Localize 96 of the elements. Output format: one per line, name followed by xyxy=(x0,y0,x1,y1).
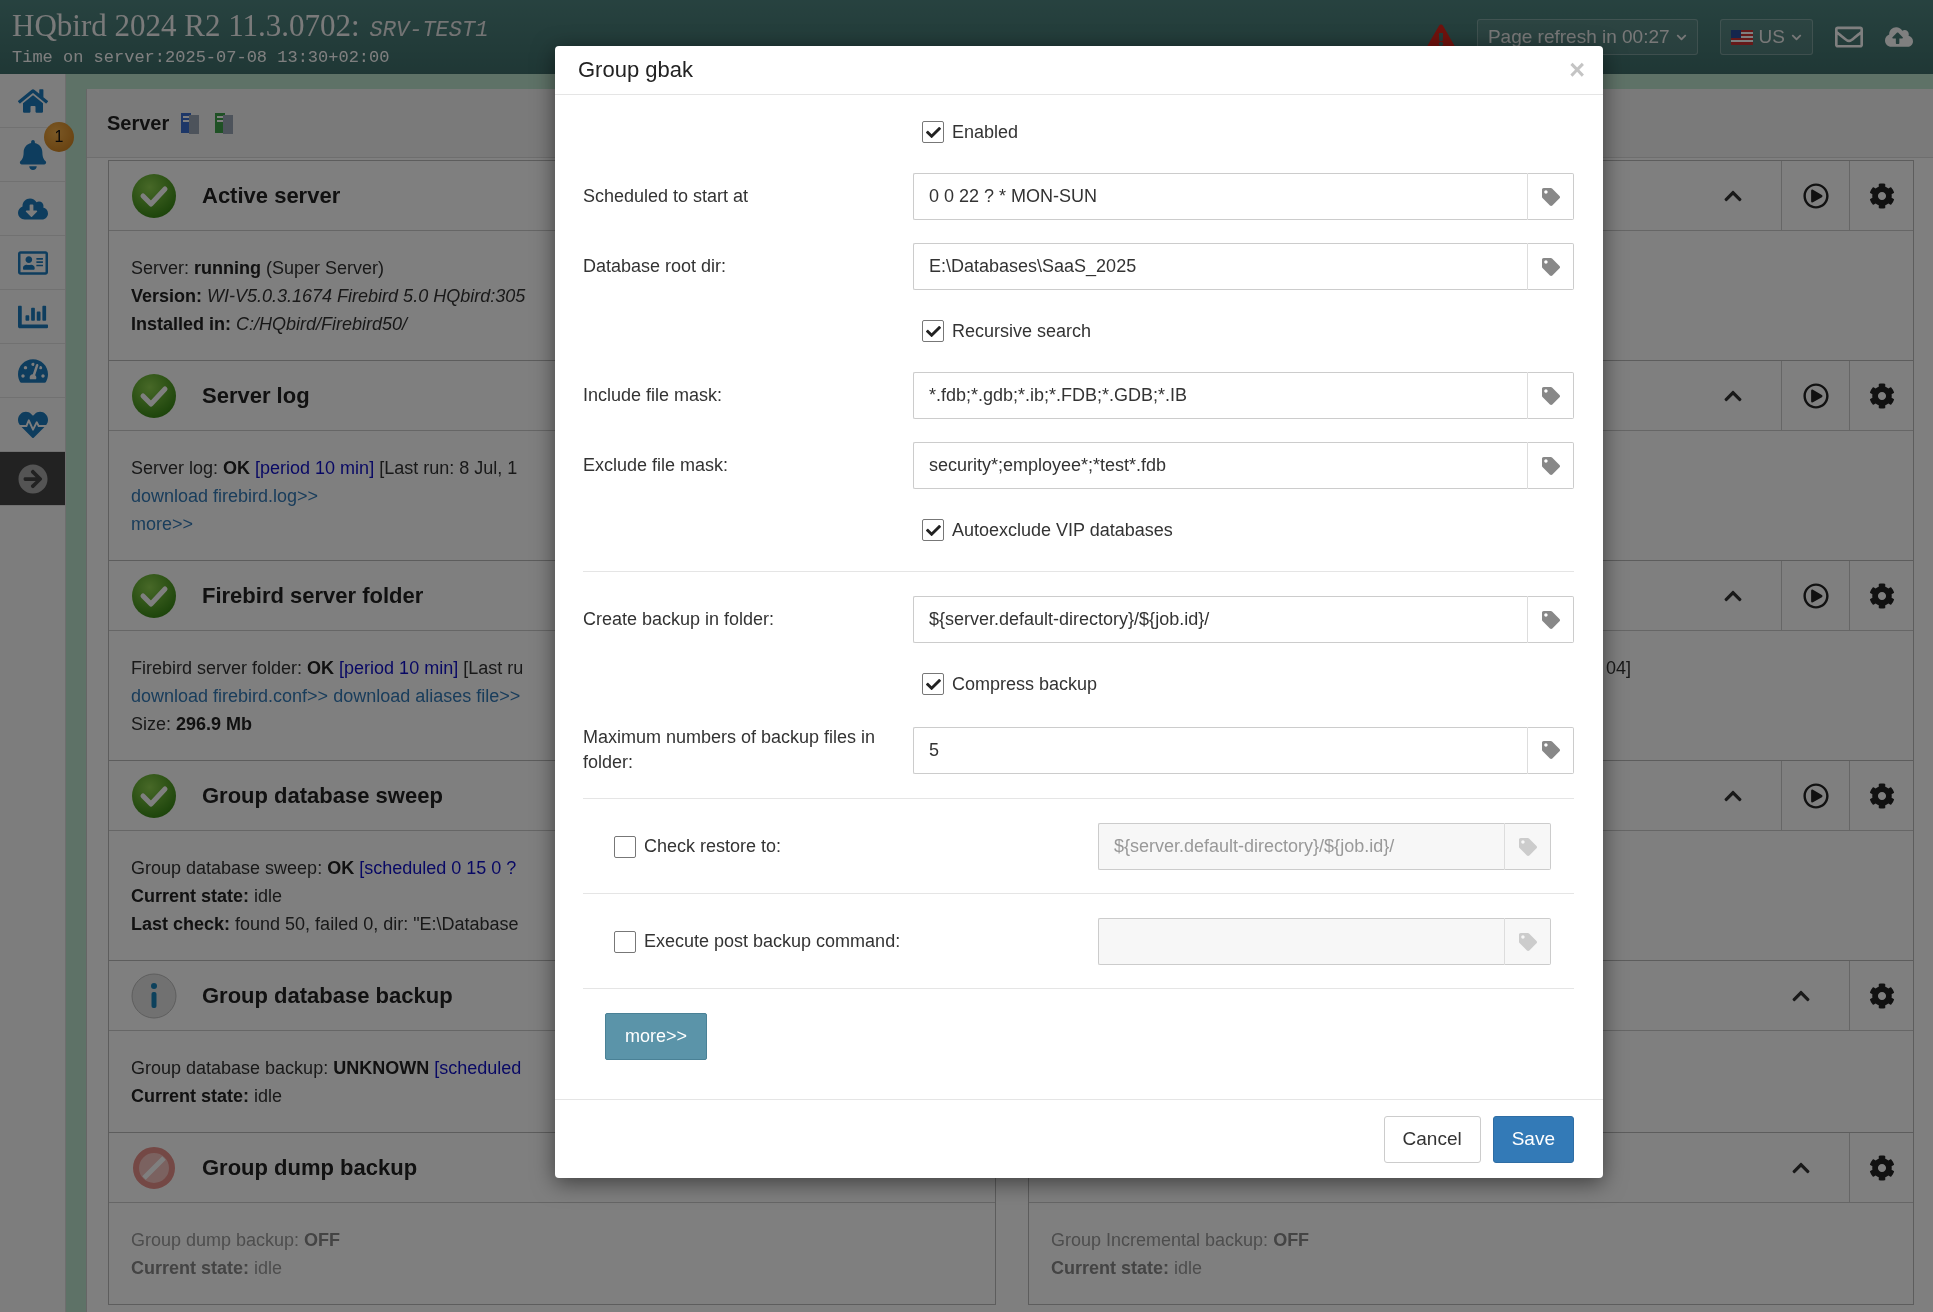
checkbox-label: Execute post backup command: xyxy=(644,931,901,952)
gear-icon xyxy=(1868,182,1895,209)
status-text: Server: running (Super Server) xyxy=(131,257,385,280)
tag-icon xyxy=(1518,932,1537,951)
app-title: HQbird 2024 R2 11.3.0702: xyxy=(12,7,360,44)
card-title: Group database sweep xyxy=(202,782,443,809)
check-circle-icon xyxy=(131,372,177,419)
status-text: Server log: OK [period 10 min] [Last run: 8 Jul, 1 xyxy=(131,457,518,480)
input-field[interactable]: E:\Databases\SaaS_2025 xyxy=(913,243,1527,290)
flag-icon xyxy=(1730,29,1753,45)
input-field[interactable]: 0 0 22 ? * MON-SUN xyxy=(913,173,1527,220)
checkbox-label: Autoexclude VIP databases xyxy=(952,519,1173,541)
input-field[interactable] xyxy=(1098,918,1504,965)
checkbox-label: Enabled xyxy=(952,121,1019,143)
field-label: Include file mask: xyxy=(583,384,724,407)
tag-icon xyxy=(1541,257,1560,276)
card-title: Server log xyxy=(202,382,310,409)
checkbox[interactable] xyxy=(922,673,944,695)
status-text: Group database sweep: OK [scheduled 0 15 0 ? xyxy=(131,857,517,880)
check-icon xyxy=(925,323,941,339)
input-field[interactable]: *.fdb;*.gdb;*.ib;*.FDB;*.GDB;*.IB xyxy=(913,372,1527,419)
heartbeat-icon xyxy=(17,409,48,440)
status-text: 04] xyxy=(1606,657,1632,680)
gear-icon xyxy=(1868,982,1895,1009)
play-icon xyxy=(1802,182,1829,209)
notification-badge: 1 xyxy=(44,122,74,152)
status-text: Last check: found 50, failed 0, dir: "E:\Database xyxy=(131,913,519,936)
input-field[interactable]: security*;employee*;*test*.fdb xyxy=(913,442,1527,489)
status-text: Version: WI-V5.0.3.1674 Firebird 5.0 HQbird:305 xyxy=(131,285,526,308)
checkbox[interactable] xyxy=(922,121,944,143)
checkbox-label: Check restore to: xyxy=(644,836,782,857)
check-circle-icon xyxy=(131,172,177,219)
checkbox[interactable] xyxy=(922,320,944,342)
tag-icon xyxy=(1541,741,1560,759)
check-icon xyxy=(925,522,941,538)
tag-icon xyxy=(1518,837,1537,856)
link[interactable]: download firebird.conf>> xyxy=(131,686,329,706)
server-name: SRV-TEST1 xyxy=(369,17,489,43)
cancel-button[interactable]: Cancel xyxy=(1383,1115,1481,1163)
field-label: Maximum numbers of backup files in folder: xyxy=(583,726,877,774)
tag-icon xyxy=(1541,610,1560,629)
info-icon xyxy=(131,972,177,1019)
card-title: Group dump backup xyxy=(202,1154,418,1181)
checkbox-label: Compress backup xyxy=(952,673,1098,695)
input-field[interactable]: 5 xyxy=(913,726,1527,774)
gear-icon xyxy=(1868,782,1895,809)
tag-button[interactable] xyxy=(1527,726,1574,774)
gear-icon xyxy=(1868,582,1895,609)
tag-button[interactable] xyxy=(1527,596,1574,643)
check-circle-icon xyxy=(131,772,177,819)
status-text: Installed in: C:/HQbird/Firebird50/ xyxy=(131,313,408,336)
check-icon xyxy=(925,124,941,140)
ban-icon xyxy=(131,1144,177,1191)
panel-title: Server xyxy=(107,111,170,135)
tag-button[interactable] xyxy=(1527,442,1574,489)
more-button[interactable]: more>> xyxy=(605,1013,708,1060)
status-text: Firebird server folder: OK [period 10 min] [Last ru xyxy=(131,657,524,680)
play-icon xyxy=(1802,782,1829,809)
status-text: Size: 296.9 Mb xyxy=(131,713,253,736)
tag-icon xyxy=(1541,386,1560,405)
field-label: Exclude file mask: xyxy=(583,454,730,477)
tag-button[interactable] xyxy=(1527,372,1574,419)
gear-icon xyxy=(1868,382,1895,409)
status-text: Current state: idle xyxy=(131,885,283,908)
tag-button[interactable] xyxy=(1527,243,1574,290)
status-text: Current state: idle xyxy=(131,1085,283,1108)
sidebar-item[interactable] xyxy=(0,452,65,506)
dialog-title: Group gbak xyxy=(578,57,693,83)
card-title: Active server xyxy=(202,182,341,209)
bell-icon xyxy=(17,139,48,170)
input-field[interactable]: ${server.default-directory}/${job.id}/ xyxy=(1098,823,1504,870)
field-label: Create backup in folder: xyxy=(583,608,776,631)
gear-icon xyxy=(1868,1154,1895,1181)
input-field[interactable]: ${server.default-directory}/${job.id}/ xyxy=(913,596,1527,643)
checkbox[interactable] xyxy=(922,519,944,541)
check-icon xyxy=(925,676,941,692)
save-button[interactable]: Save xyxy=(1492,1115,1574,1163)
card-title: Firebird server folder xyxy=(202,582,424,609)
link[interactable]: download aliases file>> xyxy=(333,686,521,706)
field-label: Database root dir: xyxy=(583,255,728,278)
play-icon xyxy=(1802,582,1829,609)
tag-icon xyxy=(1541,456,1560,475)
checkbox-label: Recursive search xyxy=(952,320,1092,342)
checkbox[interactable] xyxy=(614,930,636,953)
link[interactable]: more>> xyxy=(131,514,194,534)
check-circle-icon xyxy=(131,572,177,619)
play-icon xyxy=(1802,382,1829,409)
arrow-right-icon xyxy=(17,463,48,494)
link[interactable]: download firebird.log>> xyxy=(131,486,319,506)
checkbox[interactable] xyxy=(614,835,636,858)
field-label: Scheduled to start at xyxy=(583,185,750,208)
tag-button[interactable] xyxy=(1527,173,1574,220)
server-time: Time on server:2025-07-08 13:30+02:00 xyxy=(12,47,391,67)
card-title: Group database backup xyxy=(202,982,453,1009)
tag-icon xyxy=(1541,187,1560,206)
status-text: Group database backup: UNKNOWN [scheduled xyxy=(131,1057,522,1080)
